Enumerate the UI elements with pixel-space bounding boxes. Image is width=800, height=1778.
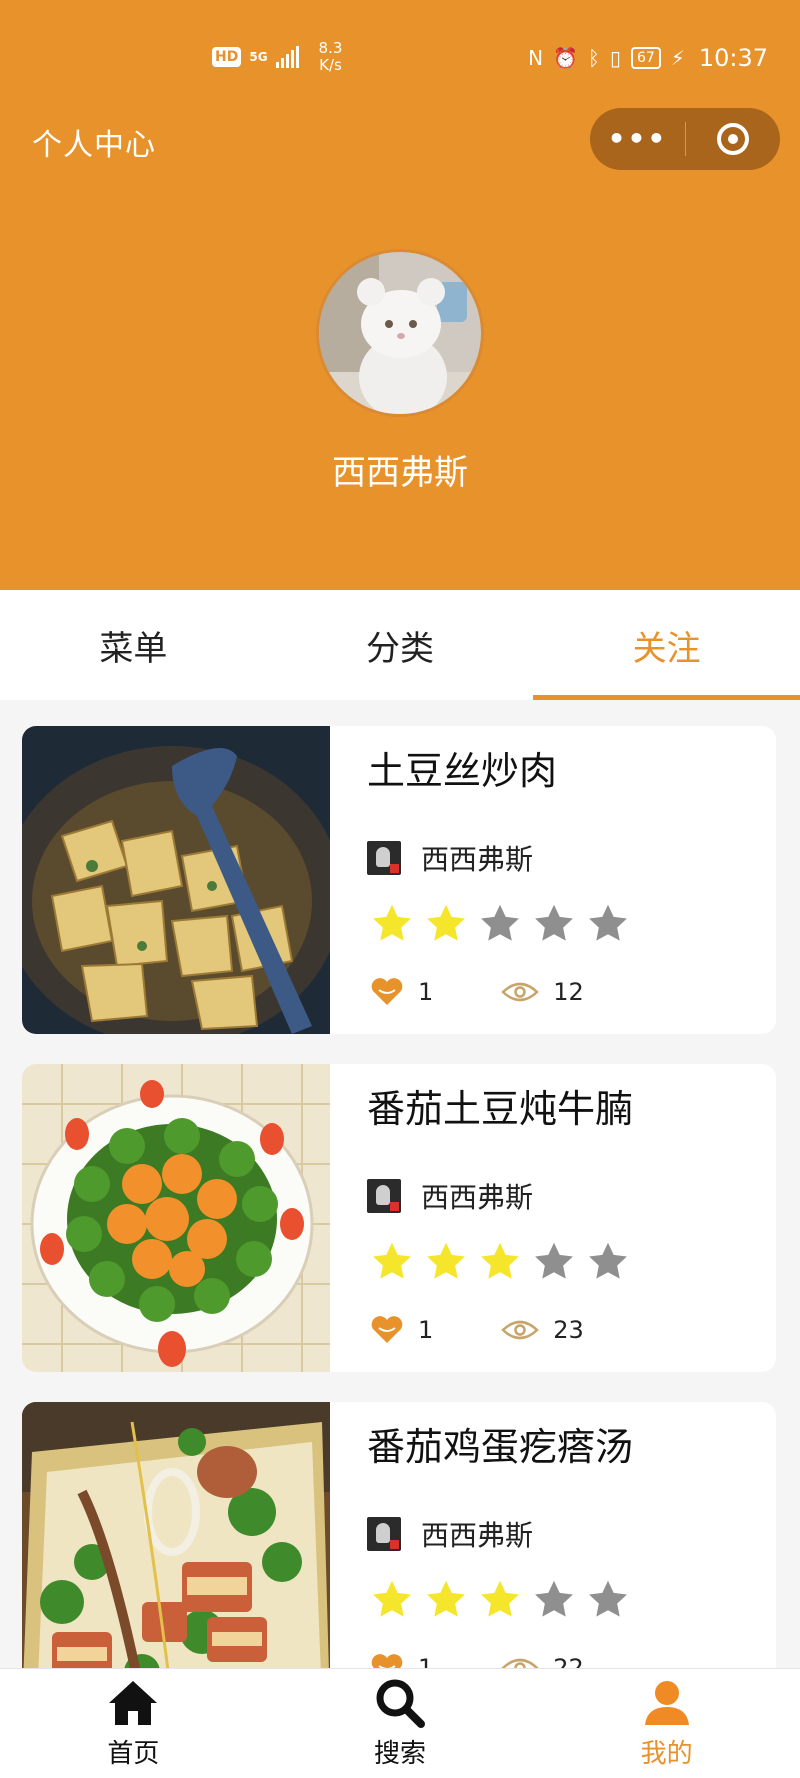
recipe-author: 西西弗斯 [367, 1176, 533, 1216]
miniprogram-capsule: ••• [590, 108, 780, 170]
nav-home[interactable]: 首页 [0, 1669, 267, 1778]
star-icon [481, 1580, 519, 1617]
star-icon [535, 1580, 573, 1617]
star-icon [589, 1242, 627, 1279]
avatar[interactable] [316, 249, 484, 417]
nav-search-label: 搜索 [374, 1739, 427, 1769]
recipe-stats: 1 12 [370, 978, 584, 1006]
like-count: 1 [418, 1316, 434, 1344]
username: 西西弗斯 [332, 453, 468, 493]
bottom-tab-bar: 首页 搜索 我的 [0, 1668, 800, 1778]
nav-profile-label: 我的 [640, 1739, 693, 1769]
star-icon [373, 904, 411, 941]
like-button[interactable]: 1 [370, 1316, 433, 1344]
bluetooth-icon: ᛒ [587, 46, 600, 70]
tab-following[interactable]: 关注 [533, 590, 800, 700]
author-avatar [367, 1179, 401, 1213]
network-speed: 8.3 K/s [319, 40, 343, 74]
author-name: 西西弗斯 [421, 1181, 534, 1214]
status-bar: HD 5G 8.3 K/s N ⏰ ᛒ ▯ 67 ⚡ 10:37 [0, 0, 800, 110]
star-icon [427, 1580, 465, 1617]
nfc-icon: N [528, 46, 544, 70]
speed-unit: K/s [319, 56, 342, 74]
star-icon [481, 1242, 519, 1279]
author-avatar [367, 841, 401, 875]
recipe-photo [22, 1064, 330, 1372]
view-count: 12 [553, 978, 584, 1006]
heart-icon [371, 978, 403, 1005]
recipe-photo [22, 726, 330, 1034]
tab-menu[interactable]: 菜单 [0, 590, 267, 700]
nav-home-label: 首页 [107, 1739, 160, 1769]
vibrate-icon: ▯ [609, 46, 621, 70]
recipe-title: 番茄土豆炖牛腩 [367, 1087, 634, 1131]
view-count: 23 [553, 1316, 584, 1344]
rating-stars [370, 1240, 630, 1284]
rating-stars [370, 1578, 630, 1622]
clock: 10:37 [698, 44, 768, 72]
network-type: 5G [249, 50, 268, 64]
cat-photo [319, 252, 481, 414]
user-icon [644, 1681, 689, 1725]
recipe-photo [22, 1402, 330, 1710]
view-count-group: 12 [501, 978, 584, 1006]
search-icon [376, 1679, 425, 1728]
like-button[interactable]: 1 [370, 978, 433, 1006]
tab-category[interactable]: 分类 [267, 590, 534, 700]
hd-badge: HD [212, 47, 242, 67]
star-icon [589, 1580, 627, 1617]
recipe-card[interactable]: 番茄鸡蛋疙瘩汤 西西弗斯 1 22 [22, 1402, 776, 1710]
eye-icon [501, 1320, 540, 1340]
rating-stars [370, 902, 630, 946]
status-left: HD 5G 8.3 K/s [212, 40, 342, 74]
more-menu-button[interactable]: ••• [590, 125, 685, 153]
star-icon [589, 904, 627, 941]
recipe-title: 番茄鸡蛋疙瘩汤 [367, 1425, 634, 1469]
recipe-stats: 1 23 [370, 1316, 584, 1344]
star-icon [427, 904, 465, 941]
page-title: 个人中心 [32, 128, 156, 163]
target-icon [717, 123, 749, 155]
star-icon [481, 904, 519, 941]
recipe-author: 西西弗斯 [367, 838, 533, 878]
charging-icon: ⚡ [670, 46, 685, 70]
nav-search[interactable]: 搜索 [267, 1669, 534, 1778]
recipe-author: 西西弗斯 [367, 1514, 533, 1554]
profile-header: HD 5G 8.3 K/s N ⏰ ᛒ ▯ 67 ⚡ 10:37 个人中心 ••… [0, 0, 800, 590]
star-icon [535, 904, 573, 941]
close-miniprogram-button[interactable] [686, 123, 780, 155]
heart-icon [371, 1316, 403, 1343]
nav-profile[interactable]: 我的 [533, 1669, 800, 1778]
profile-tabs: 菜单 分类 关注 [0, 590, 800, 700]
home-icon [109, 1681, 158, 1725]
star-icon [373, 1242, 411, 1279]
speed-value: 8.3 [318, 39, 343, 57]
like-count: 1 [418, 978, 434, 1006]
recipe-card[interactable]: 土豆丝炒肉 西西弗斯 1 12 [22, 726, 776, 1034]
signal-icon [275, 46, 299, 68]
star-icon [373, 1580, 411, 1617]
status-right: N ⏰ ᛒ ▯ 67 ⚡ 10:37 [528, 44, 768, 72]
recipe-title: 土豆丝炒肉 [367, 749, 558, 793]
star-icon [535, 1242, 573, 1279]
author-name: 西西弗斯 [421, 1519, 534, 1552]
battery-indicator: 67 [630, 47, 661, 69]
recipe-card[interactable]: 番茄土豆炖牛腩 西西弗斯 1 23 [22, 1064, 776, 1372]
view-count-group: 23 [501, 1316, 584, 1344]
star-icon [427, 1242, 465, 1279]
alarm-icon: ⏰ [553, 46, 578, 70]
eye-icon [501, 982, 540, 1002]
author-avatar [367, 1517, 401, 1551]
author-name: 西西弗斯 [421, 843, 534, 876]
